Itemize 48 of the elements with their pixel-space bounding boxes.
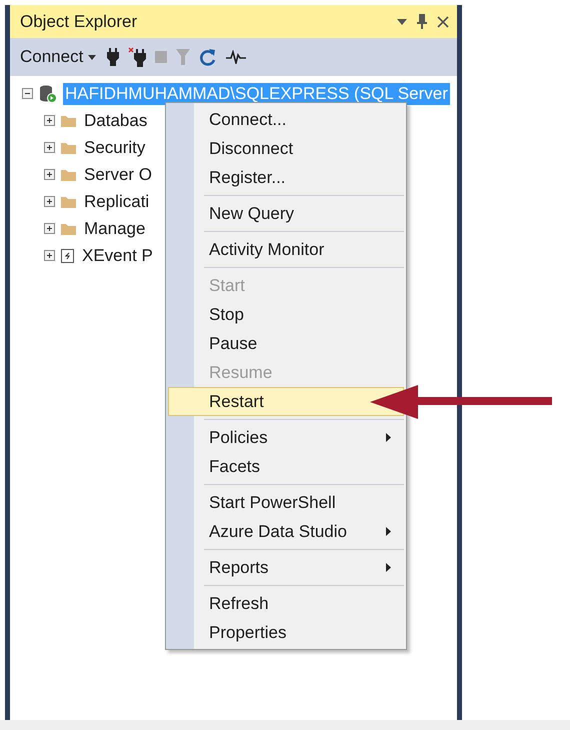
database-server-icon (39, 84, 57, 102)
menu-item[interactable]: Connect... (168, 105, 404, 134)
menu-item[interactable]: Properties (168, 618, 404, 647)
expand-icon[interactable] (44, 250, 55, 261)
expand-icon[interactable] (44, 142, 55, 153)
menu-item[interactable]: Register... (168, 163, 404, 192)
caret-icon (88, 54, 96, 60)
event-icon (61, 248, 74, 262)
menu-item[interactable]: Refresh (168, 589, 404, 618)
menu-item[interactable]: New Query (168, 199, 404, 228)
submenu-icon (386, 563, 391, 572)
menu-item[interactable]: Pause (168, 329, 404, 358)
folder-icon (61, 196, 76, 208)
expand-icon[interactable] (44, 196, 55, 207)
panel-title: Object Explorer (20, 12, 138, 32)
expand-icon[interactable] (44, 169, 55, 180)
folder-icon (61, 114, 76, 126)
tree-node[interactable]: XEvent P (80, 244, 155, 266)
menu-item[interactable]: Azure Data Studio (168, 517, 404, 546)
activity-icon[interactable] (226, 50, 246, 64)
menu-item[interactable]: Stop (168, 300, 404, 329)
submenu-icon (386, 433, 391, 442)
folder-icon (61, 222, 76, 234)
menu-item[interactable]: Start PowerShell (168, 488, 404, 517)
expand-icon[interactable] (44, 223, 55, 234)
pin-icon (417, 14, 427, 29)
collapse-icon[interactable] (22, 88, 33, 99)
tree-node[interactable]: Databas (82, 110, 150, 132)
expand-icon[interactable] (44, 115, 55, 126)
tree-node[interactable]: Replicati (82, 190, 152, 212)
menu-item[interactable]: Activity Monitor (168, 235, 404, 264)
folder-icon (61, 142, 76, 154)
menu-item[interactable]: Policies (168, 423, 404, 452)
refresh-icon[interactable] (199, 48, 218, 66)
submenu-icon (386, 527, 391, 536)
connect-button[interactable]: Connect (18, 47, 98, 67)
close-icon (437, 16, 449, 28)
menu-item[interactable]: Restart (168, 387, 404, 416)
menu-item[interactable]: Facets (168, 452, 404, 481)
disconnect-icon[interactable] (128, 47, 146, 67)
menu-item[interactable]: Disconnect (168, 134, 404, 163)
tree-node[interactable]: Manage (82, 218, 148, 240)
tree-node[interactable]: Security (82, 136, 148, 158)
dropdown-icon (397, 18, 407, 24)
plug-icon[interactable] (107, 48, 120, 66)
folder-icon (61, 168, 76, 180)
tree-node[interactable]: Server O (82, 164, 154, 186)
menu-item[interactable]: Reports (168, 553, 404, 582)
